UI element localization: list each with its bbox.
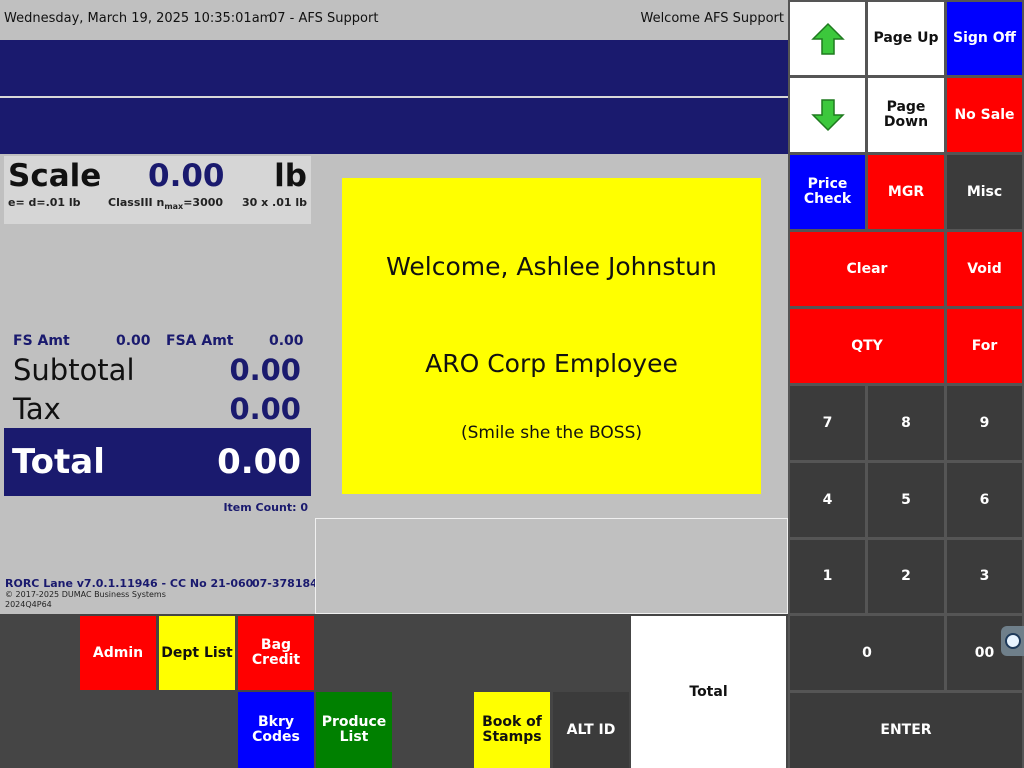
book-of-stamps-button[interactable]: Book of Stamps bbox=[474, 692, 550, 768]
scale-panel: Scale 0.00 lb e= d=.01 lb ClassIII nmax=… bbox=[4, 156, 311, 224]
scroll-up-button[interactable] bbox=[790, 2, 865, 75]
button-label: Codes bbox=[252, 729, 300, 745]
key-2[interactable]: 2 bbox=[868, 540, 944, 613]
tax-label: Tax bbox=[13, 392, 61, 426]
page-down-button[interactable]: Page Down bbox=[868, 78, 944, 152]
fsa-amt-value: 0.00 bbox=[269, 333, 304, 349]
message-area bbox=[315, 518, 788, 614]
total-value: 0.00 bbox=[217, 442, 301, 482]
button-label: Produce bbox=[321, 714, 387, 730]
key-9[interactable]: 9 bbox=[947, 386, 1022, 460]
enter-button[interactable]: ENTER bbox=[790, 693, 1022, 768]
welcome-user: Welcome AFS Support bbox=[640, 11, 784, 26]
fs-amt-value: 0.00 bbox=[116, 333, 151, 349]
alt-id-button[interactable]: ALT ID bbox=[553, 692, 629, 768]
button-label: Bkry bbox=[257, 714, 294, 730]
button-label: List bbox=[339, 729, 369, 745]
button-label: Book of bbox=[482, 714, 542, 730]
subtotal-label: Subtotal bbox=[13, 353, 135, 387]
total-label: Total bbox=[12, 442, 105, 482]
key-1[interactable]: 1 bbox=[790, 540, 865, 613]
bag-credit-button[interactable]: Bag Credit bbox=[238, 616, 314, 690]
build-id: 2024Q4P64 bbox=[5, 600, 52, 609]
scale-label: Scale bbox=[8, 158, 102, 194]
receipt-line-area-2 bbox=[0, 98, 788, 154]
misc-button[interactable]: Misc bbox=[947, 155, 1022, 229]
welcome-line-note: (Smile she the BOSS) bbox=[460, 423, 643, 443]
welcome-line-name: Welcome, Ashlee Johnstun bbox=[386, 252, 717, 281]
button-label: Price bbox=[807, 176, 848, 192]
copyright: © 2017-2025 DUMAC Business Systems bbox=[5, 590, 166, 599]
item-count: Item Count: 0 bbox=[223, 501, 308, 514]
welcome-line-org: ARO Corp Employee bbox=[425, 349, 678, 378]
scale-unit: lb bbox=[274, 158, 307, 194]
side-tab-icon[interactable] bbox=[1001, 626, 1024, 656]
customer-welcome-panel: Welcome, Ashlee Johnstun ARO Corp Employ… bbox=[342, 178, 761, 494]
lane-label: 07 - AFS Support bbox=[269, 11, 379, 26]
mgr-button[interactable]: MGR bbox=[868, 155, 944, 229]
qty-button[interactable]: QTY bbox=[790, 309, 944, 383]
void-button[interactable]: Void bbox=[947, 232, 1022, 306]
subtotal-value: 0.00 bbox=[229, 353, 301, 387]
green-up-arrow-icon bbox=[810, 22, 845, 55]
key-7[interactable]: 7 bbox=[790, 386, 865, 460]
key-8[interactable]: 8 bbox=[868, 386, 944, 460]
key-0[interactable]: 0 bbox=[790, 616, 944, 690]
date-time: Wednesday, March 19, 2025 10:35:01am bbox=[4, 11, 273, 26]
button-label: Down bbox=[883, 114, 929, 130]
button-label: Stamps bbox=[482, 729, 542, 745]
produce-list-button[interactable]: Produce List bbox=[316, 692, 392, 768]
total-box: Total 0.00 bbox=[4, 428, 311, 496]
version-id: 07-378184 bbox=[252, 577, 318, 590]
green-down-arrow-icon bbox=[810, 99, 845, 132]
fs-amt-label: FS Amt bbox=[13, 333, 70, 349]
no-sale-button[interactable]: No Sale bbox=[947, 78, 1022, 152]
header-bar: Wednesday, March 19, 2025 10:35:01am 07 … bbox=[0, 0, 788, 40]
scale-division: e= d=.01 lb bbox=[8, 196, 81, 209]
scroll-down-button[interactable] bbox=[790, 78, 865, 152]
button-label: Page bbox=[886, 99, 926, 115]
total-button[interactable]: Total bbox=[631, 616, 786, 768]
key-6[interactable]: 6 bbox=[947, 463, 1022, 537]
key-4[interactable]: 4 bbox=[790, 463, 865, 537]
key-3[interactable]: 3 bbox=[947, 540, 1022, 613]
for-button[interactable]: For bbox=[947, 309, 1022, 383]
scale-capacity: 30 x .01 lb bbox=[241, 196, 307, 209]
scale-class: ClassIII nmax=3000 bbox=[108, 196, 224, 212]
sign-off-button[interactable]: Sign Off bbox=[947, 2, 1022, 75]
button-label: Check bbox=[803, 191, 852, 207]
dept-list-button[interactable]: Dept List bbox=[159, 616, 235, 690]
price-check-button[interactable]: Price Check bbox=[790, 155, 865, 229]
page-up-button[interactable]: Page Up bbox=[868, 2, 944, 75]
version-info: RORC Lane v7.0.1.11946 - CC No 21-060 bbox=[5, 577, 254, 590]
clear-button[interactable]: Clear bbox=[790, 232, 944, 306]
tax-value: 0.00 bbox=[229, 392, 301, 426]
receipt-line-area-1 bbox=[0, 40, 788, 96]
admin-button[interactable]: Admin bbox=[80, 616, 156, 690]
fsa-amt-label: FSA Amt bbox=[166, 333, 234, 349]
bkry-codes-button[interactable]: Bkry Codes bbox=[238, 692, 314, 768]
scale-value: 0.00 bbox=[148, 158, 225, 194]
key-5[interactable]: 5 bbox=[868, 463, 944, 537]
